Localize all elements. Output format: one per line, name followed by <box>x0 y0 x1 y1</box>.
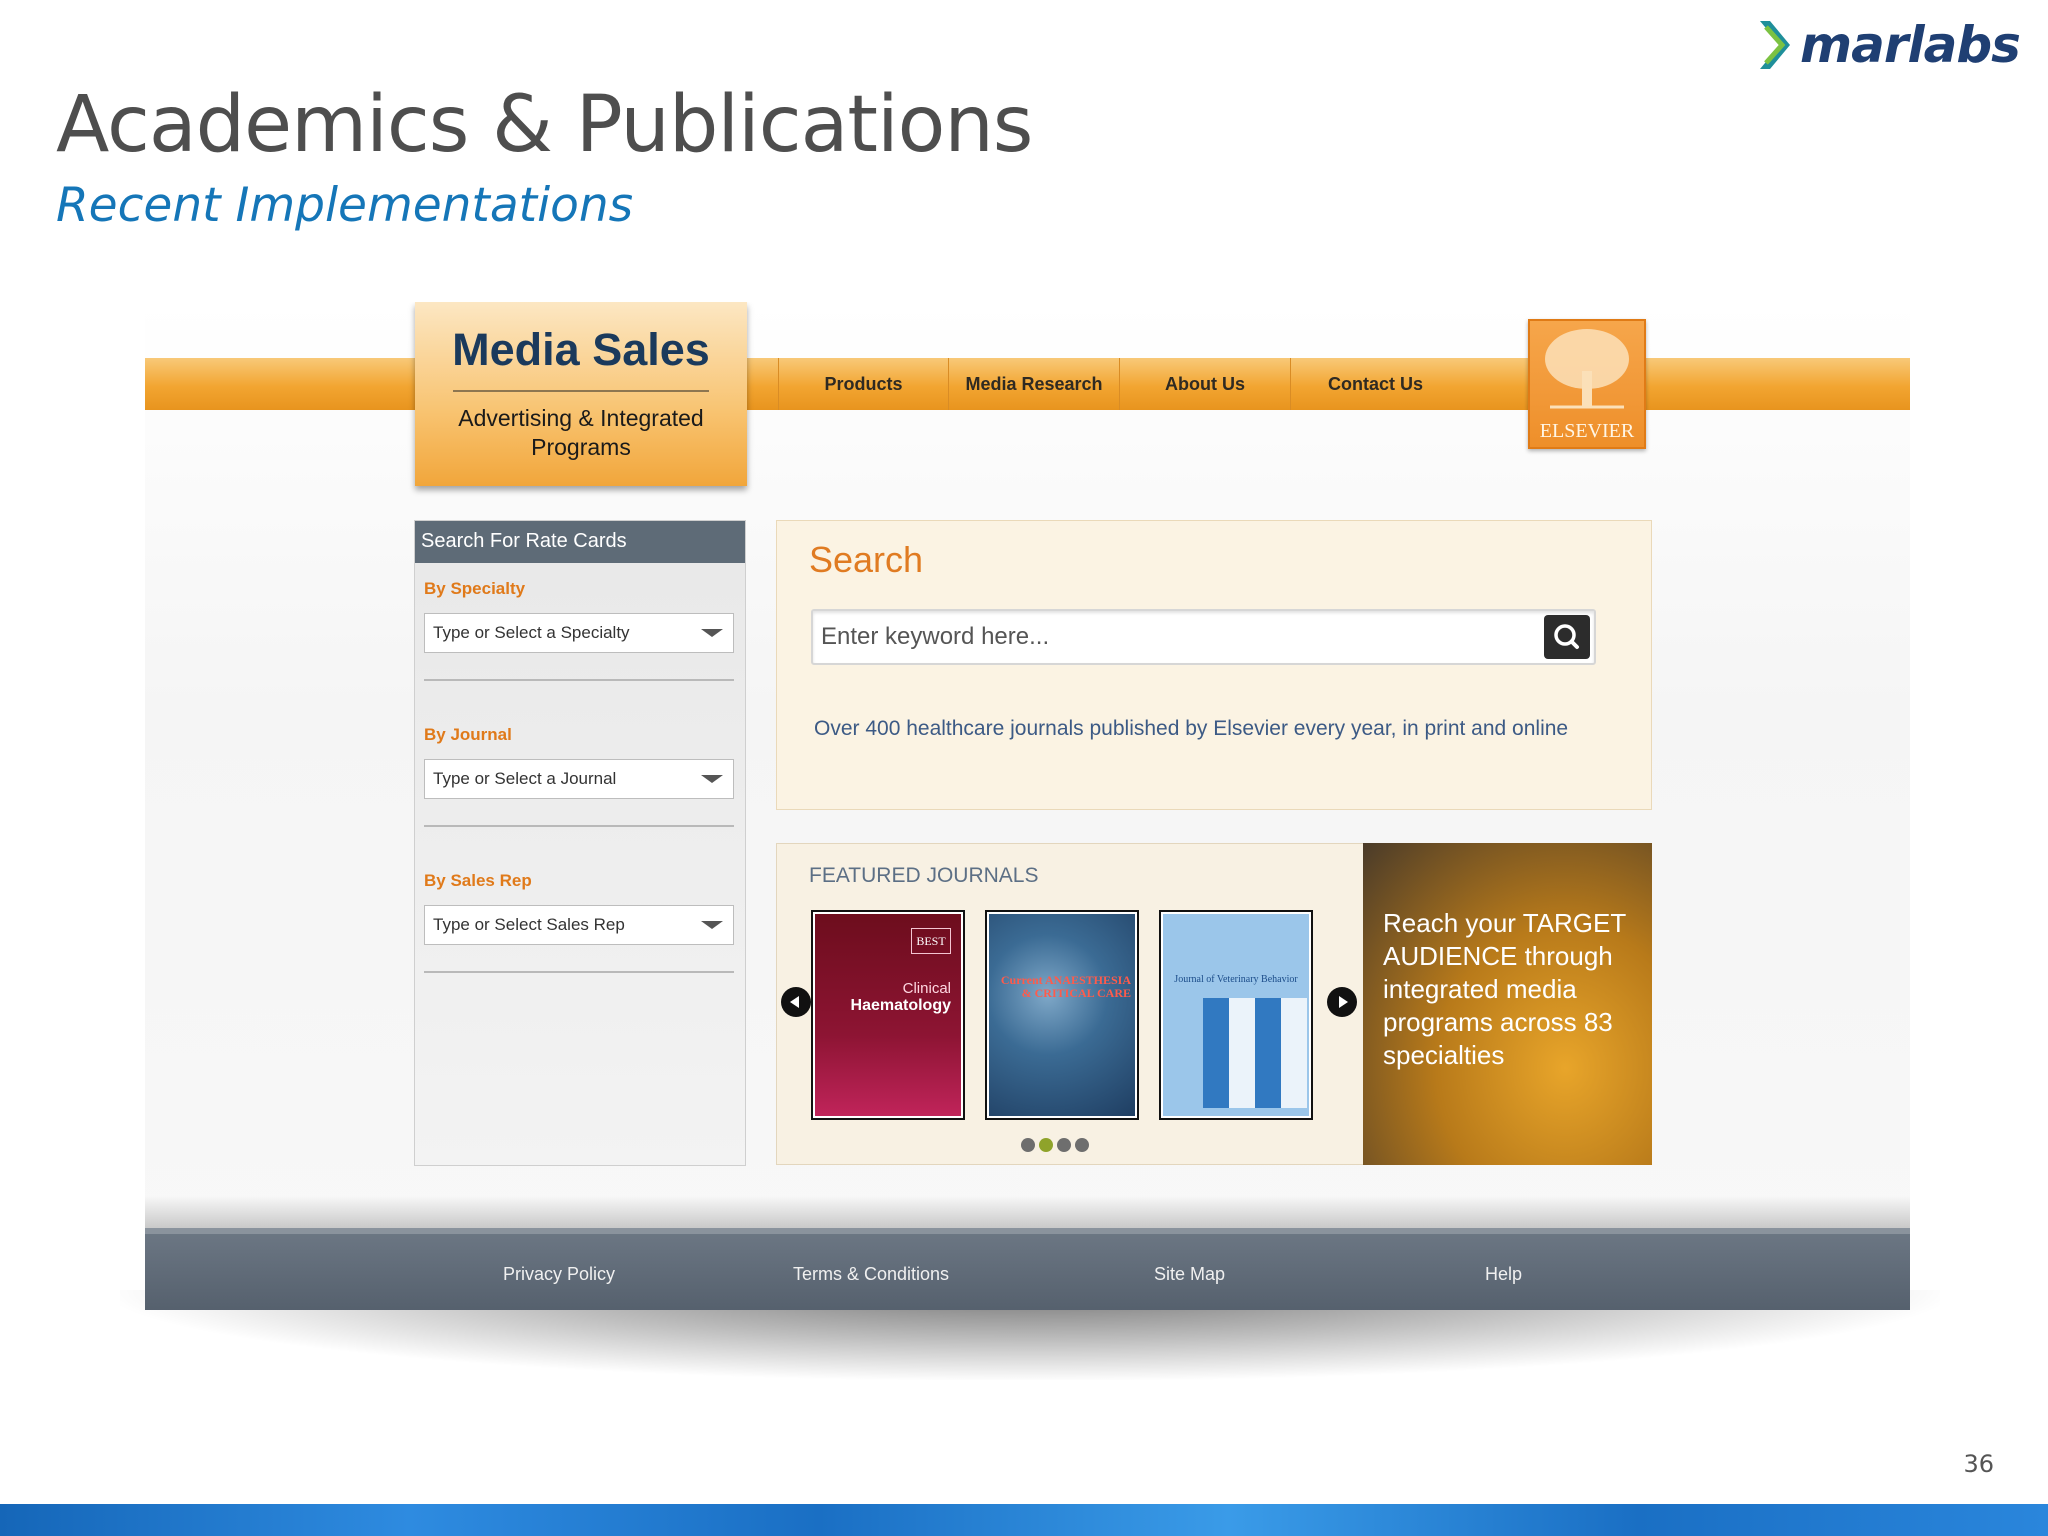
carousel-prev-arrow-icon[interactable] <box>781 987 811 1017</box>
specialty-select-text: Type or Select a Specialty <box>433 623 630 642</box>
marlabs-logo: marlabs <box>1756 16 2021 74</box>
promo-banner[interactable]: Reach your TARGET AUDIENCE through integ… <box>1363 843 1652 1165</box>
nav-contact-us[interactable]: Contact Us <box>1290 358 1460 410</box>
site-footer: Privacy Policy Terms & Conditions Site M… <box>145 1228 1910 1310</box>
search-description: Over 400 healthcare journals published b… <box>814 717 1569 740</box>
tree-icon <box>1545 329 1629 409</box>
promo-text: Reach your TARGET AUDIENCE through integ… <box>1383 908 1626 1070</box>
sales-rep-select[interactable]: Type or Select Sales Rep <box>424 905 734 945</box>
filter-sales-rep: By Sales Rep Type or Select Sales Rep <box>415 871 745 973</box>
divider <box>424 825 734 827</box>
carousel-dots <box>1021 1138 1089 1152</box>
journal-cover-veterinary[interactable]: Journal of Veterinary Behavior <box>1159 910 1313 1120</box>
carousel-dot-active[interactable] <box>1039 1138 1053 1152</box>
main-nav: Products Media Research About Us Contact… <box>778 358 1460 410</box>
brand-title: Media Sales <box>452 324 710 375</box>
brand-divider <box>453 390 709 392</box>
filter-journal: By Journal Type or Select a Journal <box>415 725 745 827</box>
sidebar-heading: Search For Rate Cards <box>415 521 745 563</box>
elsevier-wordmark: ELSEVIER <box>1539 420 1635 442</box>
carousel-dot[interactable] <box>1021 1138 1035 1152</box>
cover-title-line1: Clinical <box>902 980 951 997</box>
cover-badge: BEST <box>911 928 951 954</box>
brand-box[interactable]: Media Sales Advertising & Integrated Pro… <box>415 302 747 486</box>
divider <box>424 971 734 973</box>
specialty-select[interactable]: Type or Select a Specialty <box>424 613 734 653</box>
carousel-dot[interactable] <box>1075 1138 1089 1152</box>
search-icon <box>1554 624 1579 649</box>
elsevier-logo[interactable]: ELSEVIER <box>1528 319 1646 449</box>
search-placeholder: Enter keyword here... <box>821 623 1050 650</box>
filter-specialty: By Specialty Type or Select a Specialty <box>415 579 745 681</box>
divider <box>424 679 734 681</box>
search-title: Search <box>809 539 924 580</box>
cover-title-line2: Haematology <box>850 997 951 1014</box>
chevron-down-icon[interactable] <box>701 775 723 783</box>
brand-subtitle: Advertising & Integrated Programs <box>458 405 704 460</box>
footer-fade <box>145 1196 1910 1228</box>
footer-site-map[interactable]: Site Map <box>1154 1264 1225 1285</box>
search-panel: Search Enter keyword here... Over 400 he… <box>776 520 1652 810</box>
page-number: 36 <box>1963 1450 1994 1478</box>
featured-title: FEATURED JOURNALS <box>809 864 1039 887</box>
journal-select-text: Type or Select a Journal <box>433 769 617 788</box>
filter-label: By Journal <box>424 725 512 744</box>
footer-terms[interactable]: Terms & Conditions <box>793 1264 949 1285</box>
slide-subtitle: Recent Implementations <box>56 178 634 233</box>
website-screenshot: Media Sales Advertising & Integrated Pro… <box>145 302 1910 1310</box>
carousel-next-arrow-icon[interactable] <box>1327 987 1357 1017</box>
sales-rep-select-text: Type or Select Sales Rep <box>433 915 625 934</box>
paw-pattern-image <box>1203 998 1307 1108</box>
journal-select[interactable]: Type or Select a Journal <box>424 759 734 799</box>
filter-label: By Specialty <box>424 579 526 598</box>
chevron-down-icon[interactable] <box>701 921 723 929</box>
rate-card-sidebar: Search For Rate Cards By Specialty Type … <box>414 520 746 1166</box>
bottom-decorative-band <box>0 1504 2048 1536</box>
footer-help[interactable]: Help <box>1485 1264 1522 1285</box>
search-input[interactable]: Enter keyword here... <box>811 609 1596 665</box>
chevron-down-icon[interactable] <box>701 629 723 637</box>
cover-title: Current ANAESTHESIA & CRITICAL CARE <box>1000 973 1131 1000</box>
search-button[interactable] <box>1544 615 1590 659</box>
logo-text: marlabs <box>1800 16 2021 74</box>
nav-media-research[interactable]: Media Research <box>948 358 1119 410</box>
slide-title: Academics & Publications <box>56 80 1033 170</box>
nav-products[interactable]: Products <box>778 358 948 410</box>
cover-title: Journal of Veterinary Behavior <box>1174 974 1298 985</box>
journal-cover-anaesthesia[interactable]: Current ANAESTHESIA & CRITICAL CARE <box>985 910 1139 1120</box>
nav-about-us[interactable]: About Us <box>1119 358 1290 410</box>
journal-cover-haematology[interactable]: BEST Clinical Haematology <box>811 910 965 1120</box>
filter-label: By Sales Rep <box>424 871 532 890</box>
marlabs-chevron-icon <box>1756 17 1796 73</box>
cover-title: Clinical Haematology <box>815 980 951 1015</box>
carousel-dot[interactable] <box>1057 1138 1071 1152</box>
footer-privacy-policy[interactable]: Privacy Policy <box>503 1264 615 1285</box>
